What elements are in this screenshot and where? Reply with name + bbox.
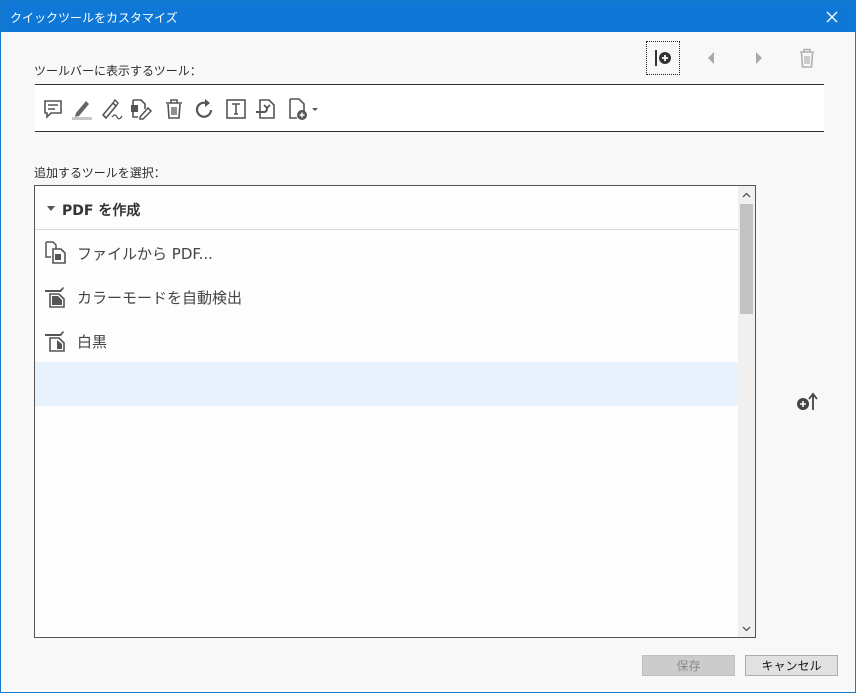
- toolbar-tool-delete[interactable]: [160, 95, 188, 123]
- toolbar-section-label: ツールバーに表示するツール：: [34, 64, 202, 78]
- dialog-window: クイックツールをカスタマイズ ツールバーに表示するツール： 追加するツールを選択…: [0, 0, 856, 693]
- list-item-scan-color[interactable]: カラーモードを自動検出: [35, 274, 738, 318]
- vertical-scrollbar[interactable]: [738, 186, 755, 637]
- toolbar-tool-create-pdf[interactable]: [285, 95, 323, 123]
- toolbar-tool-highlight[interactable]: [68, 95, 96, 123]
- chevron-down-icon: [742, 626, 751, 631]
- list-item-selected-empty[interactable]: [35, 362, 738, 406]
- highlight-icon: [72, 101, 92, 120]
- expand-triangle-icon: [47, 206, 55, 211]
- scan-bw-icon: [45, 331, 65, 352]
- sign-pen-icon: [101, 98, 123, 120]
- list-item-scan-bw[interactable]: 白黒: [35, 318, 738, 362]
- tool-list[interactable]: PDF を作成 ファイルから PDF... カラーモードを自動検出 白黒: [34, 185, 756, 638]
- scroll-thumb[interactable]: [740, 204, 753, 314]
- group-label: PDF を作成: [62, 203, 141, 219]
- toolbar-tool-textbox[interactable]: [222, 95, 250, 123]
- cancel-button[interactable]: キャンセル: [745, 655, 838, 676]
- move-left-button[interactable]: [694, 41, 728, 75]
- export-icon: [256, 99, 275, 119]
- trash-icon: [800, 48, 814, 68]
- delete-icon: [166, 99, 182, 119]
- remove-tool-button[interactable]: [790, 41, 824, 75]
- move-right-button[interactable]: [742, 41, 776, 75]
- text-box-icon: [226, 99, 246, 119]
- group-header-create-pdf[interactable]: PDF を作成: [35, 186, 738, 230]
- toolbar-tool-sign[interactable]: [97, 95, 125, 123]
- scroll-up-button[interactable]: [738, 186, 755, 203]
- title-bar: クイックツールをカスタマイズ: [1, 1, 855, 32]
- list-item-label: カラーモードを自動検出: [77, 289, 243, 307]
- toolbar-tool-rotate[interactable]: [191, 95, 219, 123]
- list-item-label: ファイルから PDF...: [77, 245, 213, 263]
- scan-color-icon: [45, 287, 65, 308]
- list-item-file-to-pdf[interactable]: ファイルから PDF...: [35, 230, 738, 274]
- add-separator-icon: [655, 50, 671, 66]
- toolbar-tool-edit[interactable]: [127, 95, 155, 123]
- toolbar-preview: [35, 84, 824, 132]
- create-pdf-dropdown-icon: [289, 98, 318, 120]
- close-button[interactable]: [809, 1, 855, 32]
- toolbar-tool-comment[interactable]: [39, 95, 67, 123]
- move-left-icon: [708, 52, 714, 64]
- save-button[interactable]: 保存: [642, 655, 735, 676]
- add-to-toolbar-button[interactable]: [793, 389, 821, 415]
- move-right-icon: [756, 52, 762, 64]
- list-item-label: 白黒: [77, 333, 108, 351]
- window-title: クイックツールをカスタマイズ: [10, 11, 178, 25]
- toolbar-tool-export[interactable]: [252, 95, 280, 123]
- close-icon: [826, 11, 838, 22]
- rotate-icon: [195, 99, 213, 118]
- edit-pdf-icon: [131, 99, 153, 120]
- file-to-pdf-icon: [45, 241, 66, 264]
- add-up-icon: [797, 392, 818, 410]
- chevron-up-icon: [742, 192, 751, 197]
- select-section-label: 追加するツールを選択：: [34, 166, 166, 180]
- scroll-down-button[interactable]: [738, 620, 755, 637]
- comment-icon: [44, 100, 62, 119]
- add-separator-button[interactable]: [646, 41, 680, 75]
